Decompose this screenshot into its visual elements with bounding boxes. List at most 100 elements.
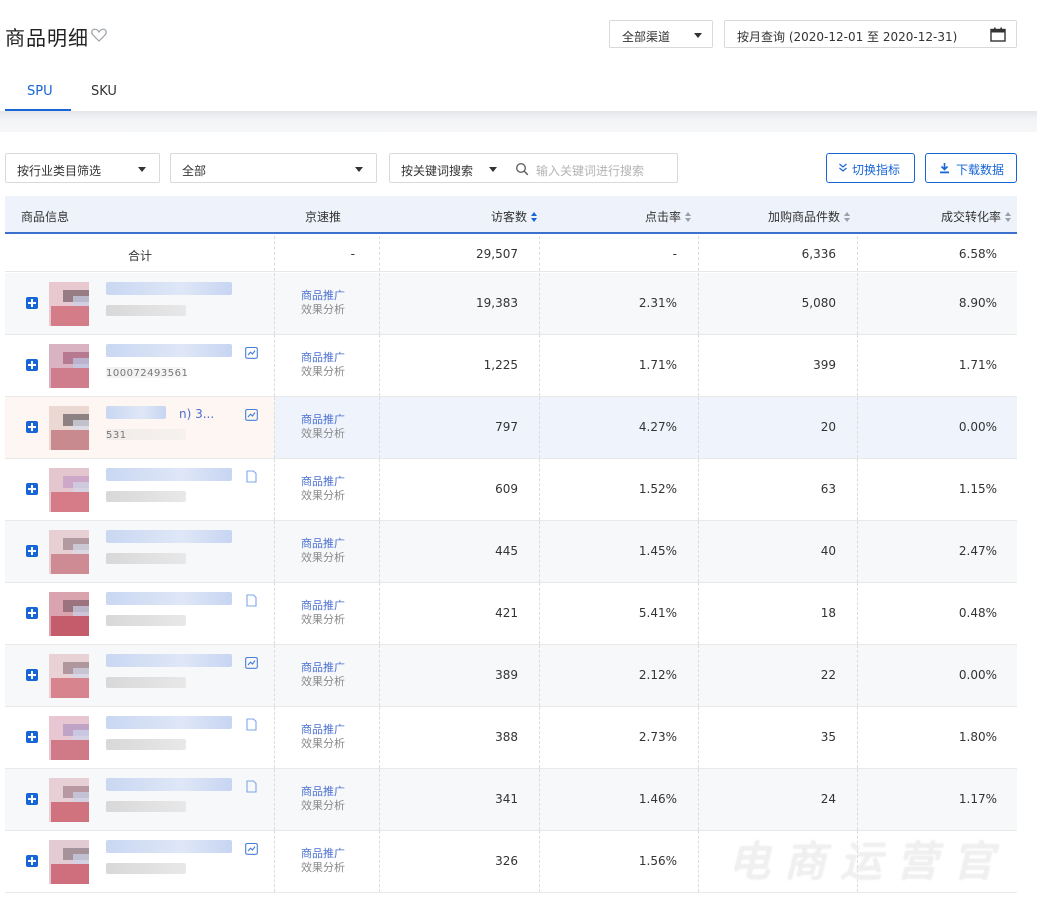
product-id-blurred bbox=[106, 739, 186, 750]
table-row: 100072493561 商品推广 效果分析 1,225 1.71% 399 1.71% bbox=[5, 335, 1017, 397]
promo-line1: 商品推广 bbox=[301, 599, 345, 612]
product-thumbnail[interactable] bbox=[49, 468, 89, 512]
promo-analysis-link[interactable]: 商品推广 效果分析 bbox=[301, 413, 345, 441]
category-select[interactable]: 全部 bbox=[170, 153, 377, 183]
tab-sku[interactable]: SKU bbox=[91, 84, 117, 99]
product-thumbnail[interactable] bbox=[49, 716, 89, 760]
promo-analysis-link[interactable]: 商品推广 效果分析 bbox=[301, 847, 345, 875]
product-title-blurred[interactable] bbox=[106, 468, 232, 481]
product-title-blurred[interactable] bbox=[106, 406, 166, 419]
product-thumbnail[interactable] bbox=[49, 840, 89, 884]
expand-row-icon[interactable] bbox=[26, 483, 38, 495]
cell-visitors: 797 bbox=[495, 420, 518, 434]
product-title-blurred[interactable] bbox=[106, 344, 232, 357]
product-title-blurred[interactable] bbox=[106, 840, 232, 853]
expand-row-icon[interactable] bbox=[26, 297, 38, 309]
promo-analysis-link[interactable]: 商品推广 效果分析 bbox=[301, 475, 345, 503]
column-header-jst: 京速推 bbox=[305, 210, 342, 224]
category-select-label: 全部 bbox=[182, 164, 207, 178]
product-title-blurred[interactable] bbox=[106, 654, 232, 667]
expand-row-icon[interactable] bbox=[26, 669, 38, 681]
product-thumbnail[interactable] bbox=[49, 406, 89, 450]
product-title[interactable]: n) 3... bbox=[179, 407, 214, 421]
promo-analysis-link[interactable]: 商品推广 效果分析 bbox=[301, 785, 345, 813]
promo-analysis-link[interactable]: 商品推广 效果分析 bbox=[301, 351, 345, 379]
data-chart-icon[interactable] bbox=[245, 842, 258, 855]
data-chart-icon[interactable] bbox=[245, 346, 258, 359]
promo-analysis-link[interactable]: 商品推广 效果分析 bbox=[301, 723, 345, 751]
document-icon[interactable] bbox=[245, 594, 258, 607]
search-input[interactable]: 输入关键词进行搜索 bbox=[506, 153, 678, 183]
column-header-visitors[interactable]: 访客数 bbox=[491, 208, 537, 225]
channel-select[interactable]: 全部渠道 bbox=[609, 20, 713, 48]
cell-visitors: 445 bbox=[495, 544, 518, 558]
cell-conversion-rate: 0.00% bbox=[958, 420, 997, 434]
total-visitors: 29,507 bbox=[476, 247, 518, 261]
total-label: 合计 bbox=[128, 249, 153, 263]
sort-icon[interactable] bbox=[685, 211, 691, 222]
heart-icon[interactable] bbox=[90, 26, 108, 44]
cell-conversion-rate: 1.71% bbox=[958, 358, 997, 372]
promo-analysis-link[interactable]: 商品推广 效果分析 bbox=[301, 289, 345, 317]
expand-row-icon[interactable] bbox=[26, 421, 38, 433]
cell-ctr: 1.46% bbox=[638, 792, 677, 806]
promo-line2: 效果分析 bbox=[301, 489, 345, 502]
sort-icon[interactable] bbox=[1005, 211, 1011, 222]
search-placeholder: 输入关键词进行搜索 bbox=[536, 164, 645, 178]
cell-visitors: 1,225 bbox=[483, 358, 518, 372]
page-header: 商品明细 全部渠道 按月查询 (2020-12-01 至 2020-12-31) bbox=[0, 0, 1037, 68]
table-row: 商品推广 效果分析 609 1.52% 63 1.15% bbox=[5, 459, 1017, 521]
product-thumbnail[interactable] bbox=[49, 592, 89, 636]
industry-filter-select[interactable]: 按行业类目筛选 bbox=[5, 153, 160, 183]
cell-visitors: 341 bbox=[495, 792, 518, 806]
product-thumbnail[interactable] bbox=[49, 530, 89, 574]
caret-down-icon bbox=[694, 33, 702, 38]
cell-ctr: 1.56% bbox=[638, 854, 677, 868]
product-title-blurred[interactable] bbox=[106, 592, 232, 605]
column-header-ctr[interactable]: 点击率 bbox=[645, 208, 691, 225]
date-range-picker[interactable]: 按月查询 (2020-12-01 至 2020-12-31) bbox=[724, 20, 1017, 48]
cell-conversion-rate: 8.90% bbox=[958, 296, 997, 310]
data-chart-icon[interactable] bbox=[245, 408, 258, 421]
sort-icon[interactable] bbox=[531, 211, 537, 222]
product-title-blurred[interactable] bbox=[106, 282, 232, 295]
cell-ctr: 1.52% bbox=[638, 482, 677, 496]
download-data-button[interactable]: 下载数据 bbox=[925, 153, 1017, 183]
column-header-conversion-rate[interactable]: 成交转化率 bbox=[941, 208, 1011, 225]
table-header: 商品信息 京速推 访客数 点击率 加购商品件数 成交转化率 bbox=[5, 196, 1017, 234]
product-thumbnail[interactable] bbox=[49, 778, 89, 822]
expand-row-icon[interactable] bbox=[26, 607, 38, 619]
expand-row-icon[interactable] bbox=[26, 793, 38, 805]
promo-analysis-link[interactable]: 商品推广 效果分析 bbox=[301, 599, 345, 627]
expand-row-icon[interactable] bbox=[26, 545, 38, 557]
product-thumbnail[interactable] bbox=[49, 282, 89, 326]
product-title-blurred[interactable] bbox=[106, 716, 232, 729]
product-thumbnail[interactable] bbox=[49, 654, 89, 698]
product-id-blurred bbox=[106, 615, 186, 626]
sort-icon[interactable] bbox=[844, 211, 850, 222]
keyword-mode-select[interactable]: 按关键词搜索 bbox=[389, 153, 507, 183]
keyword-mode-label: 按关键词搜索 bbox=[401, 164, 474, 178]
promo-line1: 商品推广 bbox=[301, 847, 345, 860]
cell-visitors: 389 bbox=[495, 668, 518, 682]
document-icon[interactable] bbox=[245, 718, 258, 731]
promo-analysis-link[interactable]: 商品推广 效果分析 bbox=[301, 661, 345, 689]
product-title-blurred[interactable] bbox=[106, 530, 232, 543]
switch-metrics-button[interactable]: 切换指标 bbox=[826, 153, 915, 183]
expand-row-icon[interactable] bbox=[26, 731, 38, 743]
document-icon[interactable] bbox=[245, 780, 258, 793]
promo-analysis-link[interactable]: 商品推广 效果分析 bbox=[301, 537, 345, 565]
table-row: 商品推广 效果分析 445 1.45% 40 2.47% bbox=[5, 521, 1017, 583]
expand-row-icon[interactable] bbox=[26, 855, 38, 867]
expand-row-icon[interactable] bbox=[26, 359, 38, 371]
data-chart-icon[interactable] bbox=[245, 656, 258, 669]
product-thumbnail[interactable] bbox=[49, 344, 89, 388]
document-icon[interactable] bbox=[245, 470, 258, 483]
product-title-blurred[interactable] bbox=[106, 778, 232, 791]
column-header-product-info: 商品信息 bbox=[21, 210, 70, 224]
column-header-cart-items[interactable]: 加购商品件数 bbox=[768, 208, 850, 225]
tab-spu[interactable]: SPU bbox=[27, 84, 53, 99]
cell-ctr: 2.73% bbox=[638, 730, 677, 744]
promo-line1: 商品推广 bbox=[301, 413, 345, 426]
product-id-blurred bbox=[106, 491, 186, 502]
